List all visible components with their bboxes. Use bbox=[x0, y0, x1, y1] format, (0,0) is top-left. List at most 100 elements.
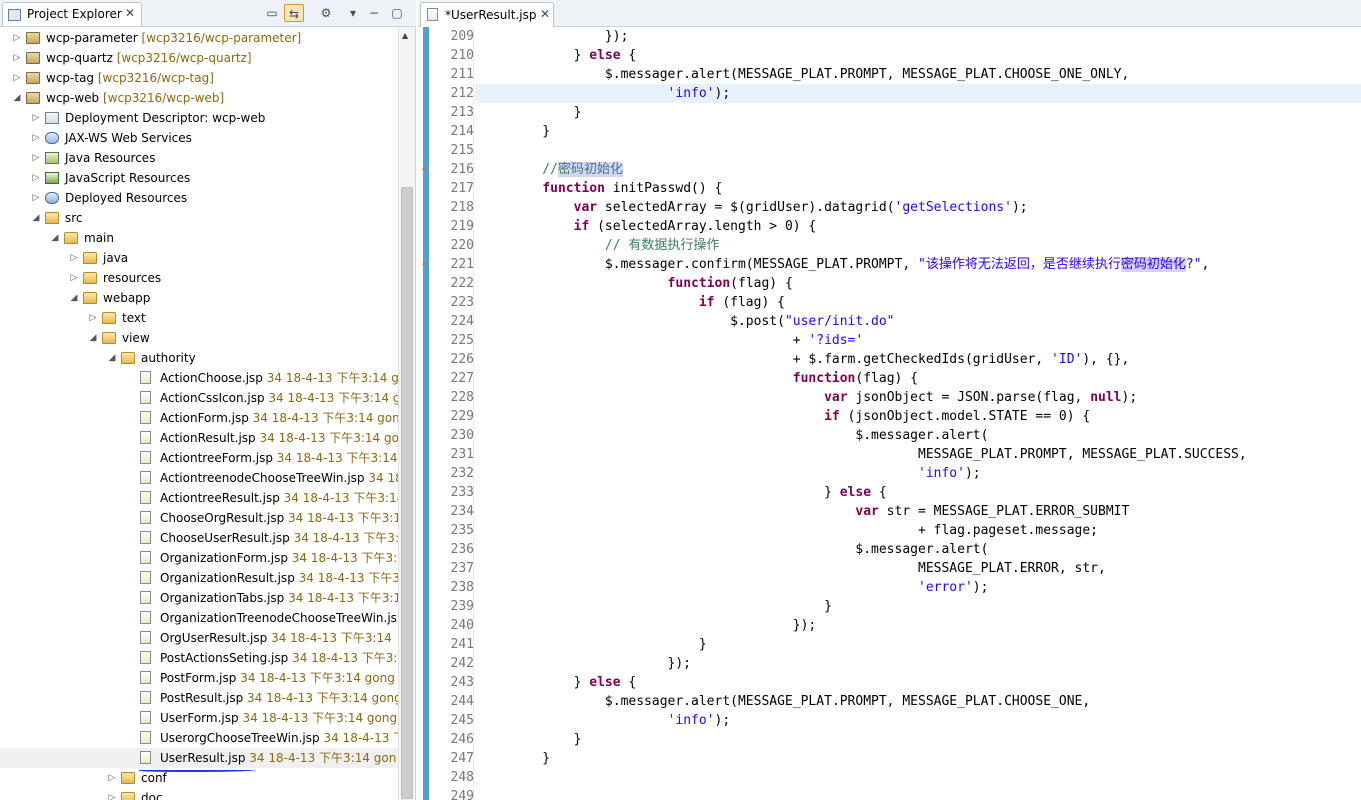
expand-arrow-icon[interactable]: ▷ bbox=[31, 188, 41, 208]
code-line[interactable]: } bbox=[475, 597, 1361, 616]
code-line[interactable]: } bbox=[475, 730, 1361, 749]
tree-item[interactable]: OrgUserResult.jsp 34 18-4-13 下午3:14 bbox=[0, 628, 398, 648]
collapse-arrow-icon[interactable]: ◢ bbox=[69, 288, 79, 308]
code-line[interactable]: }); bbox=[475, 616, 1361, 635]
tree-item[interactable]: OrganizationTabs.jsp 34 18-4-13 下午3:14 bbox=[0, 588, 398, 608]
code-line[interactable] bbox=[475, 787, 1361, 800]
scrollbar-thumb[interactable] bbox=[401, 187, 413, 799]
tree-item[interactable]: ActiontreenodeChooseTreeWin.jsp 34 18-4 bbox=[0, 468, 398, 488]
code-line[interactable]: } bbox=[475, 103, 1361, 122]
occurrence-marker-icon[interactable]: ⇨ bbox=[422, 166, 432, 174]
code-line[interactable]: 'error'); bbox=[475, 578, 1361, 597]
code-line[interactable]: function initPasswd() { bbox=[475, 179, 1361, 198]
tree-item[interactable]: ▷ Deployment Descriptor: wcp-web bbox=[0, 108, 398, 128]
tree-item[interactable]: ▷ wcp-tag [wcp3216/wcp-tag] bbox=[0, 68, 398, 88]
view-menu-icon[interactable]: ▾ bbox=[343, 4, 363, 22]
tree-item[interactable]: ▷ java bbox=[0, 248, 398, 268]
code-line[interactable]: function(flag) { bbox=[475, 274, 1361, 293]
expand-arrow-icon[interactable]: ▷ bbox=[107, 768, 117, 788]
collapse-arrow-icon[interactable]: ◢ bbox=[50, 228, 60, 248]
tree-item[interactable]: ▷ doc bbox=[0, 788, 398, 800]
code-line[interactable]: // 有数据执行操作 bbox=[475, 236, 1361, 255]
tree-item[interactable]: UserResult.jsp 34 18-4-13 下午3:14 gon bbox=[0, 748, 398, 768]
code-line[interactable]: MESSAGE_PLAT.ERROR, str, bbox=[475, 559, 1361, 578]
tree-item[interactable]: OrganizationResult.jsp 34 18-4-13 下午3:14 bbox=[0, 568, 398, 588]
code-line[interactable]: $.messager.alert( bbox=[475, 540, 1361, 559]
code-line[interactable]: var selectedArray = $(gridUser).datagrid… bbox=[475, 198, 1361, 217]
code-line[interactable]: + flag.pageset.message; bbox=[475, 521, 1361, 540]
code-line[interactable]: $.messager.alert(MESSAGE_PLAT.PROMPT, ME… bbox=[475, 692, 1361, 711]
tree-item[interactable]: ▷ JAX-WS Web Services bbox=[0, 128, 398, 148]
tree-item[interactable]: OrganizationForm.jsp 34 18-4-13 下午3:14 bbox=[0, 548, 398, 568]
customize-view-icon[interactable]: ⚙ bbox=[316, 4, 336, 22]
tree-item[interactable]: ActionChoose.jsp 34 18-4-13 下午3:14 gong bbox=[0, 368, 398, 388]
code-line[interactable]: function(flag) { bbox=[475, 369, 1361, 388]
expand-arrow-icon[interactable]: ▷ bbox=[31, 148, 41, 168]
close-icon[interactable]: ✕ bbox=[540, 7, 550, 21]
code-line[interactable]: } bbox=[475, 122, 1361, 141]
expand-arrow-icon[interactable]: ▷ bbox=[12, 28, 22, 48]
tree-item[interactable]: ◢ authority bbox=[0, 348, 398, 368]
code-line[interactable]: $.messager.alert( bbox=[475, 426, 1361, 445]
minimize-icon[interactable]: − bbox=[364, 4, 384, 22]
tree-item[interactable]: ◢ wcp-web [wcp3216/wcp-web] bbox=[0, 88, 398, 108]
collapse-arrow-icon[interactable]: ◢ bbox=[107, 348, 117, 368]
code-line[interactable]: if (jsonObject.model.STATE == 0) { bbox=[475, 407, 1361, 426]
occurrence-marker-icon[interactable]: ⇨ bbox=[422, 261, 432, 269]
tab-project-explorer[interactable]: Project Explorer ✕ bbox=[2, 2, 142, 26]
collapse-all-icon[interactable]: ▭ bbox=[262, 4, 282, 22]
code-line[interactable]: MESSAGE_PLAT.PROMPT, MESSAGE_PLAT.SUCCES… bbox=[475, 445, 1361, 464]
tree-item[interactable]: ◢ webapp bbox=[0, 288, 398, 308]
code-line[interactable]: + '?ids=' bbox=[475, 331, 1361, 350]
expand-arrow-icon[interactable]: ▷ bbox=[88, 308, 98, 328]
tree-item[interactable]: ▷ wcp-quartz [wcp3216/wcp-quartz] bbox=[0, 48, 398, 68]
code-area[interactable]: }); } else { $.messager.alert(MESSAGE_PL… bbox=[475, 27, 1361, 800]
tree-item[interactable]: ActionCssIcon.jsp 34 18-4-13 下午3:14 go bbox=[0, 388, 398, 408]
link-with-editor-icon[interactable]: ⇆ bbox=[284, 4, 304, 22]
expand-arrow-icon[interactable]: ▷ bbox=[69, 268, 79, 288]
expand-arrow-icon[interactable]: ▷ bbox=[31, 108, 41, 128]
code-line[interactable]: $.post("user/init.do" bbox=[475, 312, 1361, 331]
tree-item[interactable]: ◢ main bbox=[0, 228, 398, 248]
tree-scrollbar[interactable]: ▲ bbox=[398, 27, 415, 800]
code-line[interactable]: //密码初始化 bbox=[475, 160, 1361, 179]
tree-item[interactable]: ActiontreeForm.jsp 34 18-4-13 下午3:14 bbox=[0, 448, 398, 468]
tree-item[interactable]: ▷ text bbox=[0, 308, 398, 328]
tree-item[interactable]: ▷ Deployed Resources bbox=[0, 188, 398, 208]
tree-item[interactable]: ActionResult.jsp 34 18-4-13 下午3:14 gon bbox=[0, 428, 398, 448]
expand-arrow-icon[interactable]: ▷ bbox=[12, 48, 22, 68]
code-line[interactable]: $.messager.confirm(MESSAGE_PLAT.PROMPT, … bbox=[475, 255, 1361, 274]
collapse-arrow-icon[interactable]: ◢ bbox=[12, 88, 22, 108]
expand-arrow-icon[interactable]: ▷ bbox=[69, 248, 79, 268]
code-line[interactable]: }); bbox=[475, 27, 1361, 46]
tab-userresult-jsp[interactable]: *UserResult.jsp ✕ bbox=[420, 2, 554, 27]
code-line[interactable]: } else { bbox=[475, 483, 1361, 502]
tree-item[interactable]: ◢ view bbox=[0, 328, 398, 348]
tree-item[interactable]: UserorgChooseTreeWin.jsp 34 18-4-13 下 bbox=[0, 728, 398, 748]
scroll-up-arrow-icon[interactable]: ▲ bbox=[402, 31, 408, 40]
tree-item[interactable]: ChooseOrgResult.jsp 34 18-4-13 下午3:14 bbox=[0, 508, 398, 528]
tree-item[interactable]: ActionForm.jsp 34 18-4-13 下午3:14 gong bbox=[0, 408, 398, 428]
overview-ruler[interactable]: ⇨ ⇨ bbox=[418, 27, 434, 800]
code-line[interactable] bbox=[475, 768, 1361, 787]
tree-item[interactable]: ▷ Java Resources bbox=[0, 148, 398, 168]
close-icon[interactable]: ✕ bbox=[125, 6, 135, 20]
code-line[interactable]: 'info'); bbox=[475, 464, 1361, 483]
code-line[interactable]: 'info'); bbox=[475, 711, 1361, 730]
code-line[interactable]: + $.farm.getCheckedIds(gridUser, 'ID'), … bbox=[475, 350, 1361, 369]
tree-item[interactable]: OrganizationTreenodeChooseTreeWin.jsp bbox=[0, 608, 398, 628]
tree-item[interactable]: ▷ wcp-parameter [wcp3216/wcp-parameter] bbox=[0, 28, 398, 48]
expand-arrow-icon[interactable]: ▷ bbox=[107, 788, 117, 800]
collapse-arrow-icon[interactable]: ◢ bbox=[31, 208, 41, 228]
tree-item[interactable]: PostForm.jsp 34 18-4-13 下午3:14 gong bbox=[0, 668, 398, 688]
tree-item[interactable]: ◢ src bbox=[0, 208, 398, 228]
tree-item[interactable]: ActiontreeResult.jsp 34 18-4-13 下午3:14 bbox=[0, 488, 398, 508]
tree-item[interactable]: PostActionsSeting.jsp 34 18-4-13 下午3:14 bbox=[0, 648, 398, 668]
code-line[interactable]: 'info'); bbox=[475, 84, 1361, 103]
code-line[interactable] bbox=[475, 141, 1361, 160]
expand-arrow-icon[interactable]: ▷ bbox=[31, 128, 41, 148]
tree-item[interactable]: ChooseUserResult.jsp 34 18-4-13 下午3:14 bbox=[0, 528, 398, 548]
expand-arrow-icon[interactable]: ▷ bbox=[12, 68, 22, 88]
code-line[interactable]: } else { bbox=[475, 46, 1361, 65]
code-line[interactable]: var str = MESSAGE_PLAT.ERROR_SUBMIT bbox=[475, 502, 1361, 521]
